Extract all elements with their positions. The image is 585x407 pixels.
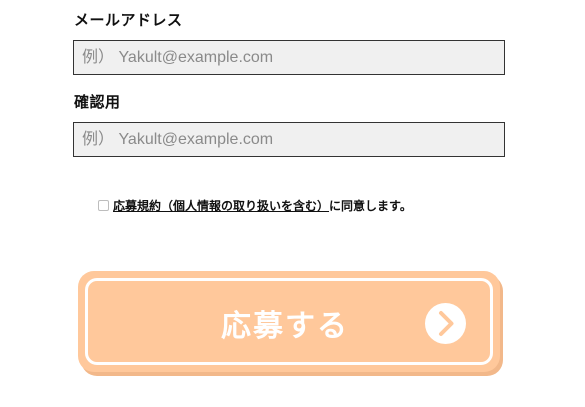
consent-row: 応募規約（個人情報の取り扱いを含む） に同意します。 bbox=[98, 195, 412, 215]
confirm-email-label: 確認用 bbox=[74, 93, 121, 111]
apply-button-label: 応募する bbox=[221, 309, 349, 344]
terms-link[interactable]: 応募規約（個人情報の取り扱いを含む） bbox=[113, 197, 329, 214]
chevron-right-circle-icon bbox=[425, 303, 466, 344]
consent-suffix-text: に同意します。 bbox=[329, 198, 412, 213]
email-field[interactable] bbox=[73, 40, 505, 75]
apply-button[interactable]: 応募する bbox=[78, 271, 500, 372]
consent-checkbox[interactable] bbox=[98, 199, 109, 211]
confirm-email-field[interactable] bbox=[73, 122, 505, 157]
email-label: メールアドレス bbox=[74, 11, 183, 29]
